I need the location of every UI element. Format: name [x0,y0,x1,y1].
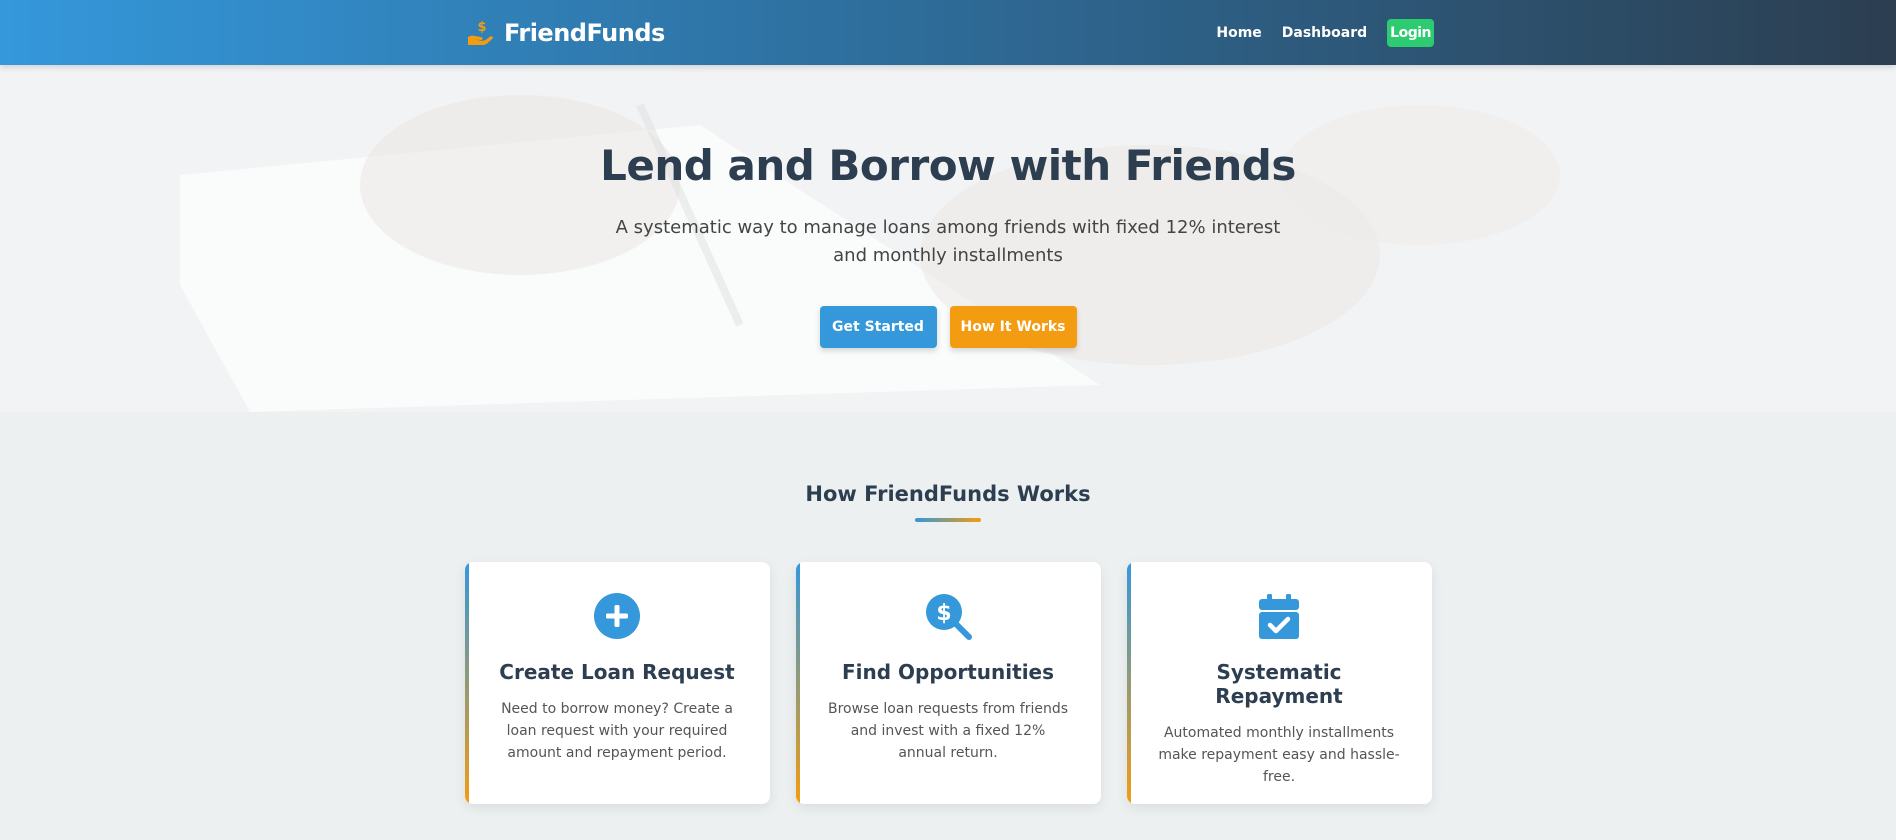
section-title: How FriendFunds Works [805,482,1091,506]
hero-title: Lend and Borrow with Friends [600,141,1296,190]
feature-card-create-loan: Create Loan Request Need to borrow money… [464,562,770,804]
card-title: Find Opportunities [841,660,1055,684]
feature-card-systematic-repayment: Systematic Repayment Automated monthly i… [1126,562,1432,804]
plus-circle-icon [594,593,640,639]
how-it-works-button[interactable]: How It Works [949,306,1077,348]
title-underline [915,518,981,522]
login-button[interactable]: Login [1387,18,1434,47]
feature-card-find-opportunities: $ Find Opportunities Browse loan request… [795,562,1101,804]
hand-holding-dollar-icon: $ [468,20,493,45]
search-dollar-icon: $ [926,594,972,640]
hero-actions: Get Started How It Works [0,306,1896,348]
hero-section: Lend and Borrow with Friends A systemati… [0,65,1896,412]
nav-links: Home Dashboard Login [1216,18,1434,47]
brand-logo[interactable]: $ FriendFunds [466,18,665,48]
card-title: Systematic Repayment [1215,660,1343,708]
features-section: How FriendFunds Works Create Loan Reques… [0,412,1896,804]
svg-text:$: $ [477,20,486,35]
nav-dashboard-link[interactable]: Dashboard [1282,25,1367,41]
svg-text:$: $ [936,601,951,626]
card-text: Automated monthly installments make repa… [1158,725,1400,785]
get-started-button[interactable]: Get Started [819,306,937,348]
card-text: Browse loan requests from friends and in… [827,701,1069,761]
card-text: Need to borrow money? Create a loan requ… [501,701,733,761]
hero-subtitle: A systematic way to manage loans among f… [615,217,1281,266]
nav-home-link[interactable]: Home [1216,25,1261,41]
brand-name: FriendFunds [504,18,665,47]
navbar: $ FriendFunds Home Dashboard Login [0,0,1896,65]
calendar-check-icon [1259,594,1299,639]
feature-cards: Create Loan Request Need to borrow money… [0,562,1896,804]
navbar-inner: $ FriendFunds Home Dashboard Login [466,0,1434,65]
hero-content: Lend and Borrow with Friends A systemati… [0,65,1896,348]
card-title: Create Loan Request [499,660,735,684]
